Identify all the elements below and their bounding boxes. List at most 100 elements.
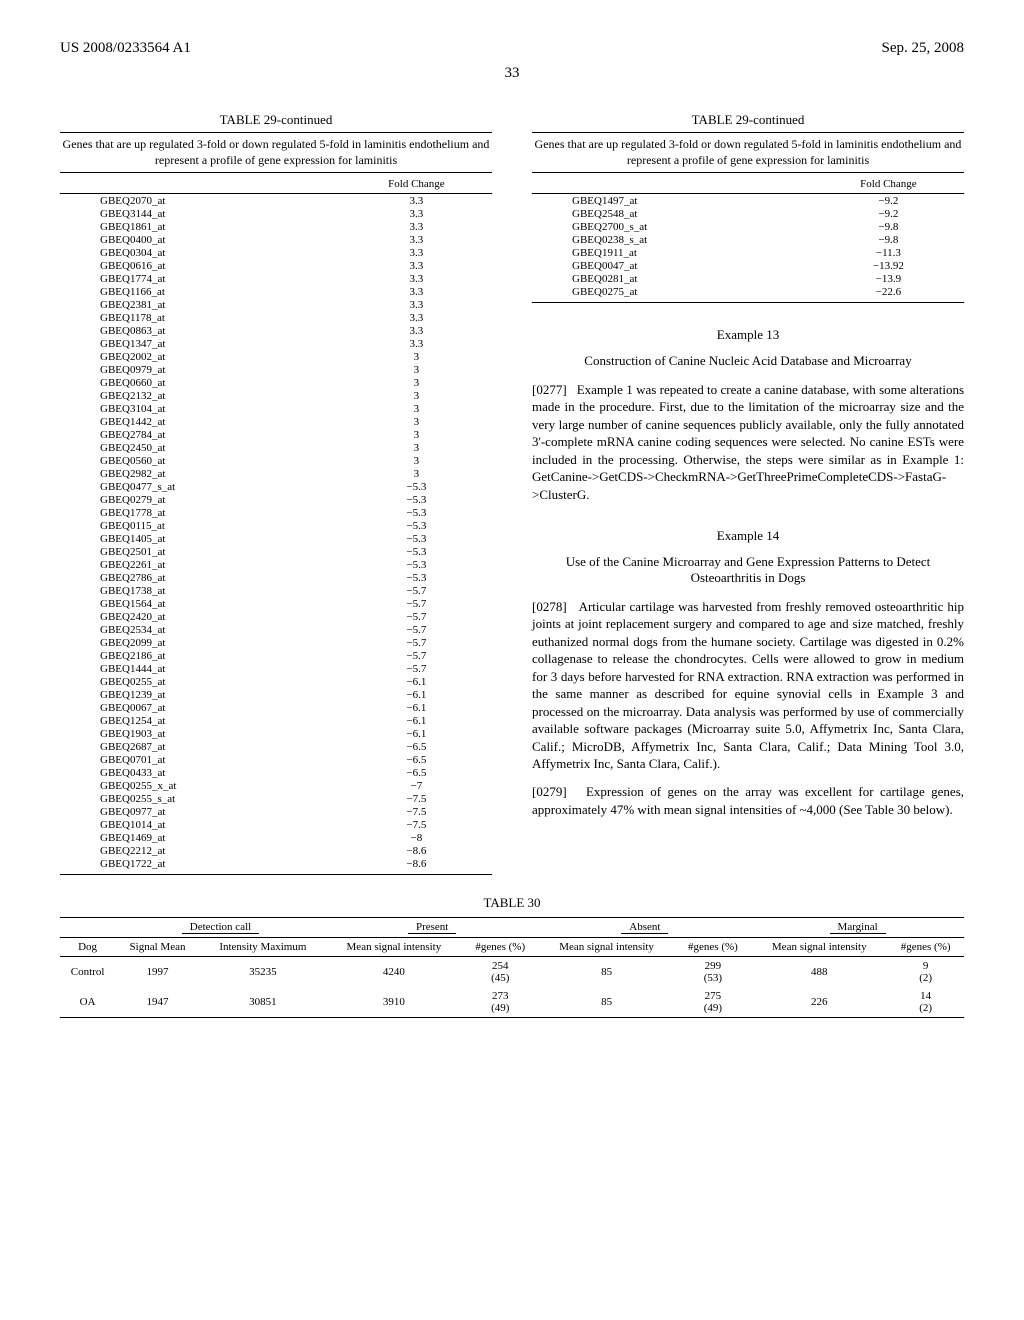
group-detection: Detection call — [182, 921, 259, 934]
fold-change: −5.3 — [341, 545, 492, 558]
fold-change: −7.5 — [341, 792, 492, 805]
table-row: GBEQ0701_at−6.5 — [60, 753, 492, 766]
col-p-genes: #genes (%) — [462, 937, 539, 956]
gene-id: GBEQ3104_at — [60, 402, 341, 415]
gene-id: GBEQ0660_at — [60, 376, 341, 389]
gene-id: GBEQ1444_at — [60, 662, 341, 675]
right-column: TABLE 29-continued Genes that are up reg… — [532, 112, 964, 875]
group-present: Present — [408, 921, 456, 934]
gene-id: GBEQ1347_at — [60, 337, 341, 350]
table-row: GBEQ2381_at3.3 — [60, 298, 492, 311]
table-row: GBEQ2212_at−8.6 — [60, 844, 492, 857]
table-row: GBEQ3144_at3.3 — [60, 207, 492, 220]
fold-change: −6.1 — [341, 714, 492, 727]
fold-change: −9.2 — [813, 207, 964, 220]
fold-change: −5.7 — [341, 623, 492, 636]
table-row: GBEQ1738_at−5.7 — [60, 584, 492, 597]
table-row: Control1997352354240254(45)85299(53)4889… — [60, 956, 964, 987]
table-row: GBEQ2534_at−5.7 — [60, 623, 492, 636]
p-genes: 254(45) — [462, 956, 539, 987]
example14-heading: Example 14 — [532, 528, 964, 544]
gene-id: GBEQ2501_at — [60, 545, 341, 558]
fold-change: −5.3 — [341, 493, 492, 506]
table-row: GBEQ0977_at−7.5 — [60, 805, 492, 818]
gene-id: GBEQ0433_at — [60, 766, 341, 779]
table-row: GBEQ0281_at−13.9 — [532, 272, 964, 285]
gene-id: GBEQ0279_at — [60, 493, 341, 506]
signal-mean: 1997 — [115, 956, 200, 987]
m-mean: 226 — [751, 987, 887, 1018]
gene-id: GBEQ2099_at — [60, 636, 341, 649]
fold-change: 3.3 — [341, 220, 492, 233]
table-row: GBEQ2982_at3 — [60, 467, 492, 480]
gene-id: GBEQ2450_at — [60, 441, 341, 454]
fold-change: 3 — [341, 350, 492, 363]
gene-id: GBEQ1239_at — [60, 688, 341, 701]
table-row: GBEQ1254_at−6.1 — [60, 714, 492, 727]
table-row: GBEQ1564_at−5.7 — [60, 597, 492, 610]
table-row: GBEQ2002_at3 — [60, 350, 492, 363]
gene-id: GBEQ1178_at — [60, 311, 341, 324]
fold-change: −7.5 — [341, 818, 492, 831]
table-row: GBEQ0275_at−22.6 — [532, 285, 964, 302]
fold-change: 3 — [341, 467, 492, 480]
gene-id: GBEQ1911_at — [532, 246, 813, 259]
gene-id: GBEQ0400_at — [60, 233, 341, 246]
gene-id: GBEQ1903_at — [60, 727, 341, 740]
m-genes: 14(2) — [887, 987, 964, 1018]
fold-change: 3 — [341, 376, 492, 389]
table-row: GBEQ0255_s_at−7.5 — [60, 792, 492, 805]
table-row: GBEQ2450_at3 — [60, 441, 492, 454]
col-m-genes: #genes (%) — [887, 937, 964, 956]
table-row: GBEQ1166_at3.3 — [60, 285, 492, 298]
para-0279: [0279] Expression of genes on the array … — [532, 783, 964, 818]
dog: Control — [60, 956, 115, 987]
fold-change: 3 — [341, 415, 492, 428]
table-row: GBEQ0255_x_at−7 — [60, 779, 492, 792]
group-marginal: Marginal — [830, 921, 886, 934]
fold-change: 3.3 — [341, 311, 492, 324]
table-row: GBEQ1405_at−5.3 — [60, 532, 492, 545]
gene-id: GBEQ2687_at — [60, 740, 341, 753]
m-mean: 488 — [751, 956, 887, 987]
table-row: OA1947308513910273(49)85275(49)22614(2) — [60, 987, 964, 1018]
para-num: [0278] — [532, 599, 567, 614]
table-row: GBEQ1014_at−7.5 — [60, 818, 492, 831]
col-dog: Dog — [60, 937, 115, 956]
gene-id: GBEQ1469_at — [60, 831, 341, 844]
col-a-mean: Mean signal intensity — [539, 937, 675, 956]
gene-id: GBEQ1722_at — [60, 857, 341, 874]
table29-right: Fold Change GBEQ1497_at−9.2GBEQ2548_at−9… — [532, 175, 964, 303]
gene-id: GBEQ1405_at — [60, 532, 341, 545]
gene-id: GBEQ2381_at — [60, 298, 341, 311]
fold-change: −5.3 — [341, 506, 492, 519]
fold-change: 3.3 — [341, 207, 492, 220]
table29-title-left: TABLE 29-continued — [60, 112, 492, 128]
fold-change: 3.3 — [341, 298, 492, 311]
fold-change: 3.3 — [341, 246, 492, 259]
gene-id: GBEQ2002_at — [60, 350, 341, 363]
col-intensity-max: Intensity Maximum — [200, 937, 326, 956]
fold-change: −5.7 — [341, 584, 492, 597]
table30: Detection call Present Absent Marginal D… — [60, 917, 964, 1018]
m-genes: 9(2) — [887, 956, 964, 987]
table-row: GBEQ2784_at3 — [60, 428, 492, 441]
table-row: GBEQ2132_at3 — [60, 389, 492, 402]
gene-id: GBEQ0255_at — [60, 675, 341, 688]
table-row: GBEQ2420_at−5.7 — [60, 610, 492, 623]
fold-change: 3 — [341, 402, 492, 415]
table-row: GBEQ0979_at3 — [60, 363, 492, 376]
table-row: GBEQ1178_at3.3 — [60, 311, 492, 324]
signal-mean: 1947 — [115, 987, 200, 1018]
table-row: GBEQ1903_at−6.1 — [60, 727, 492, 740]
gene-id: GBEQ1778_at — [60, 506, 341, 519]
table-row: GBEQ1444_at−5.7 — [60, 662, 492, 675]
table-row: GBEQ1497_at−9.2 — [532, 194, 964, 208]
gene-id: GBEQ2786_at — [60, 571, 341, 584]
fold-change: −5.3 — [341, 571, 492, 584]
a-genes: 275(49) — [675, 987, 752, 1018]
fold-change: −9.8 — [813, 220, 964, 233]
table-row: GBEQ2070_at3.3 — [60, 194, 492, 208]
table-row: GBEQ2700_s_at−9.8 — [532, 220, 964, 233]
fold-change: 3 — [341, 389, 492, 402]
